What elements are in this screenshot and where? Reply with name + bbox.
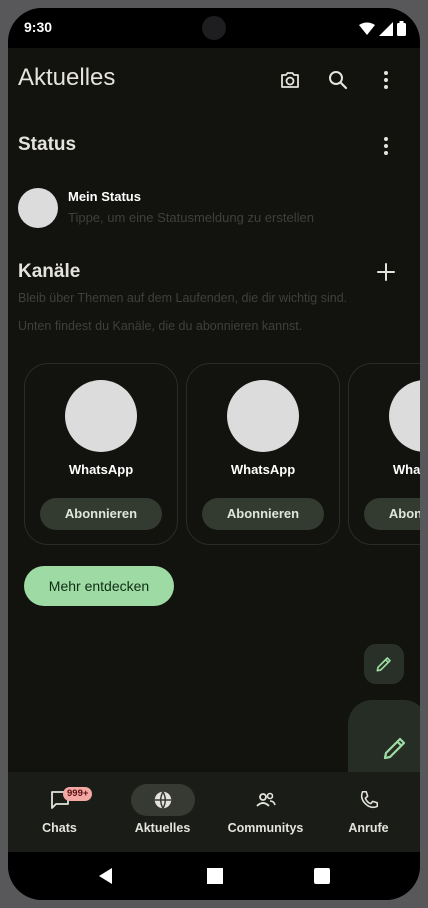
channel-avatar — [227, 380, 299, 452]
nav-item-chats[interactable]: 999+ Chats — [8, 772, 111, 852]
channel-name: WhatsApp — [230, 462, 296, 477]
back-icon[interactable] — [98, 868, 114, 884]
nav-item-anrufe[interactable]: Anrufe — [317, 772, 420, 852]
subscribe-button[interactable]: Abonnieren — [40, 498, 162, 530]
discover-more-button[interactable]: Mehr entdecken — [24, 566, 174, 606]
small-edit-fab[interactable] — [364, 644, 404, 684]
channel-avatar — [65, 380, 137, 452]
pencil-icon — [383, 737, 406, 760]
nav-pill — [337, 784, 401, 816]
bottom-navigation: 999+ Chats Aktuelles Communitys Anrufe — [8, 772, 420, 852]
channel-avatar — [389, 380, 420, 452]
people-icon — [256, 792, 276, 807]
nav-item-communitys[interactable]: Communitys — [214, 772, 317, 852]
phone-icon — [360, 790, 379, 809]
globe-icon — [154, 791, 172, 809]
nav-label: Communitys — [227, 821, 304, 835]
channel-card[interactable]: WhatsApp Abonnieren — [348, 363, 420, 545]
phone-screen: 9:30 Aktuelles Status Mein Status Tippe,… — [8, 8, 420, 900]
nav-label: Chats — [42, 821, 77, 835]
nav-item-aktuelles[interactable]: Aktuelles — [111, 772, 214, 852]
unread-badge: 999+ — [63, 787, 93, 801]
system-navigation-bar — [8, 852, 420, 900]
nav-label: Aktuelles — [134, 821, 191, 835]
subscribe-button[interactable]: Abonnieren — [364, 498, 420, 530]
channel-name: WhatsApp — [68, 462, 134, 477]
nav-pill — [234, 784, 298, 816]
channel-card[interactable]: WhatsApp Abonnieren — [24, 363, 178, 545]
subscribe-button[interactable]: Abonnieren — [202, 498, 324, 530]
channel-name: WhatsApp — [392, 462, 420, 477]
recents-icon[interactable] — [314, 868, 330, 884]
home-icon[interactable] — [207, 868, 223, 884]
nav-label: Anrufe — [348, 821, 389, 835]
channel-card[interactable]: WhatsApp Abonnieren — [186, 363, 340, 545]
pencil-icon — [376, 657, 391, 672]
nav-pill-active — [131, 784, 195, 816]
